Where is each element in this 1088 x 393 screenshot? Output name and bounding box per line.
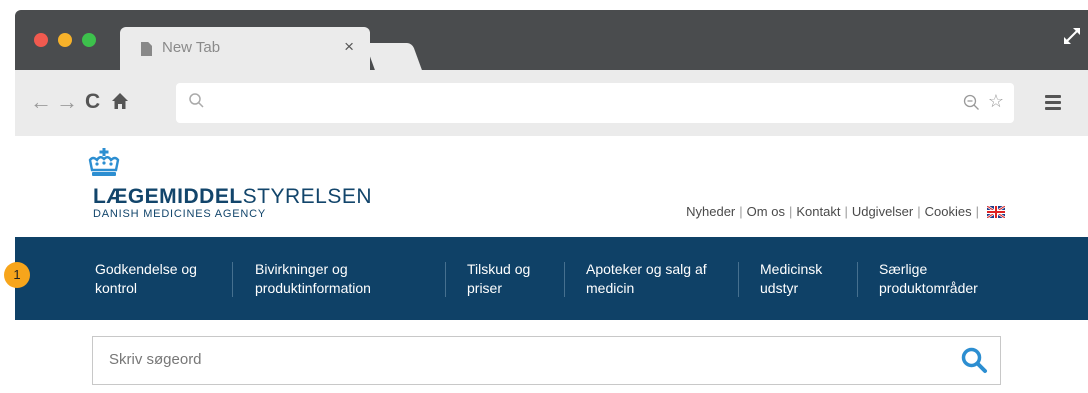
new-tab-button[interactable]: [365, 43, 422, 70]
zoom-out-icon[interactable]: [963, 94, 980, 111]
nav-divider: [445, 262, 446, 297]
main-navigation: Godkendelse og kontrol Bivirkninger og p…: [15, 237, 1088, 320]
site-logo-subtitle: DANISH MEDICINES AGENCY: [93, 208, 267, 220]
nav-divider: [564, 262, 565, 297]
nav-item-saerlige[interactable]: Særlige produktområder: [879, 260, 978, 298]
utility-links: Nyheder | Om os | Kontakt | Udgivelser | Coo…: [686, 204, 1005, 219]
nav-item-apoteker[interactable]: Apoteker og salg af medicin: [586, 260, 707, 298]
close-icon[interactable]: ×: [344, 37, 354, 57]
reload-icon[interactable]: C: [85, 88, 100, 116]
page-icon: [141, 42, 152, 56]
site-logo-wordmark[interactable]: LÆGEMIDDELSTYRELSEN: [93, 185, 372, 209]
minimize-window-button[interactable]: [58, 33, 72, 47]
nav-item-bivirkninger[interactable]: Bivirkninger og produktinformation: [255, 260, 371, 298]
address-bar[interactable]: ☆: [176, 83, 1014, 123]
browser-titlebar: New Tab ×: [15, 10, 1088, 70]
search-icon: [189, 93, 204, 108]
close-window-button[interactable]: [34, 33, 48, 47]
link-om-os[interactable]: Om os: [747, 204, 785, 219]
nav-divider: [738, 262, 739, 297]
nav-item-medicinsk-udstyr[interactable]: Medicinsk udstyr: [760, 260, 822, 298]
bookmark-star-icon[interactable]: ☆: [988, 91, 1004, 112]
link-cookies[interactable]: Cookies: [925, 204, 972, 219]
browser-window: New Tab × ← → C ☆ LÆGEMIDDELSTYRELSEN DA…: [15, 10, 1088, 393]
search-icon[interactable]: [960, 346, 988, 374]
search-input[interactable]: [107, 350, 931, 369]
link-nyheder[interactable]: Nyheder: [686, 204, 735, 219]
site-search-box: [92, 336, 1001, 385]
uk-flag-icon[interactable]: [987, 205, 1005, 218]
forward-arrow-icon[interactable]: →: [56, 88, 78, 116]
menu-icon[interactable]: [1045, 95, 1061, 113]
browser-toolbar: ← → C ☆: [15, 70, 1088, 136]
home-icon[interactable]: [111, 88, 129, 117]
nav-item-tilskud[interactable]: Tilskud og priser: [467, 260, 530, 298]
crown-logo-icon[interactable]: [87, 148, 121, 178]
browser-tab[interactable]: New Tab ×: [120, 27, 370, 70]
nav-divider: [857, 262, 858, 297]
link-udgivelser[interactable]: Udgivelser: [852, 204, 913, 219]
fullscreen-icon[interactable]: [1062, 26, 1082, 46]
nav-item-godkendelse[interactable]: Godkendelse og kontrol: [95, 260, 197, 298]
back-arrow-icon[interactable]: ←: [30, 88, 52, 116]
annotation-marker: 1: [4, 262, 30, 288]
tab-title: New Tab: [162, 39, 221, 56]
link-kontakt[interactable]: Kontakt: [796, 204, 840, 219]
web-page: LÆGEMIDDELSTYRELSEN DANISH MEDICINES AGE…: [15, 136, 1088, 393]
maximize-window-button[interactable]: [82, 33, 96, 47]
nav-divider: [232, 262, 233, 297]
